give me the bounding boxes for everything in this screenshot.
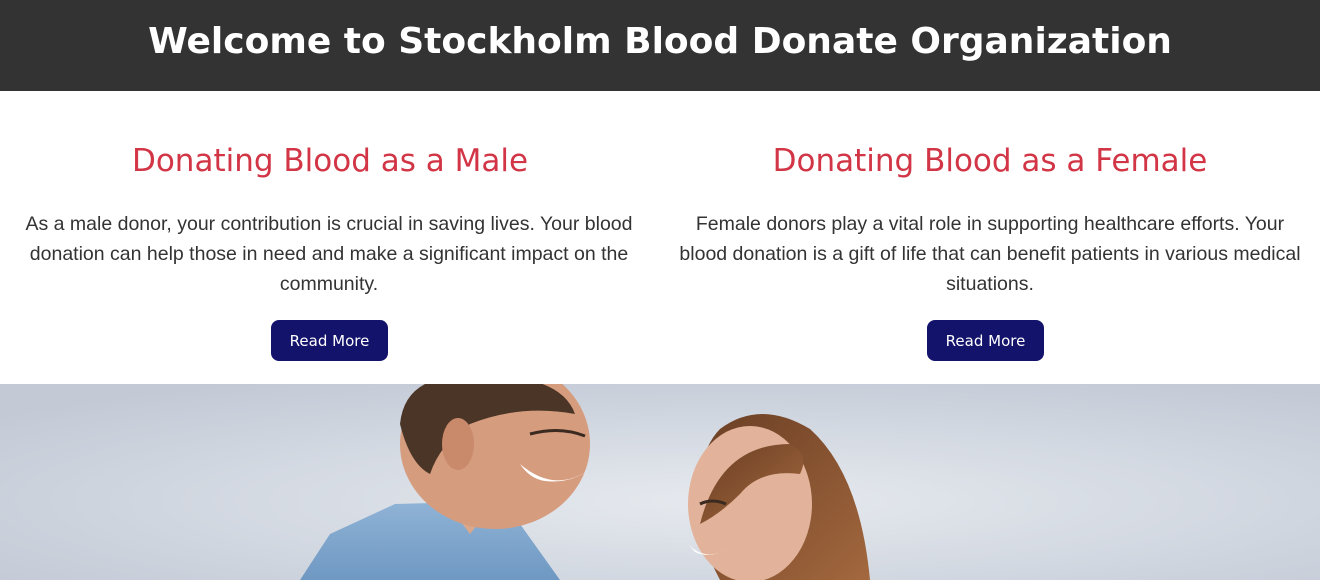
male-card-text: As a male donor, your contribution is cr… [25, 213, 633, 295]
donation-cards: Donating Blood as a Male As a male donor… [0, 91, 1320, 384]
hero-image-couple [0, 384, 1320, 580]
male-donation-card: Donating Blood as a Male As a male donor… [0, 91, 660, 384]
male-read-more-button[interactable]: Read More [271, 320, 388, 361]
site-header: Welcome to Stockholm Blood Donate Organi… [0, 0, 1320, 91]
female-card-title: Donating Blood as a Female [772, 143, 1208, 179]
female-read-more-button[interactable]: Read More [927, 320, 1044, 361]
page-title: Welcome to Stockholm Blood Donate Organi… [148, 21, 1172, 62]
female-donation-card: Donating Blood as a Female Female donors… [660, 91, 1320, 384]
male-card-title: Donating Blood as a Male [131, 143, 529, 179]
couple-photo [0, 384, 1320, 580]
female-card-text: Female donors play a vital role in suppo… [679, 213, 1301, 295]
